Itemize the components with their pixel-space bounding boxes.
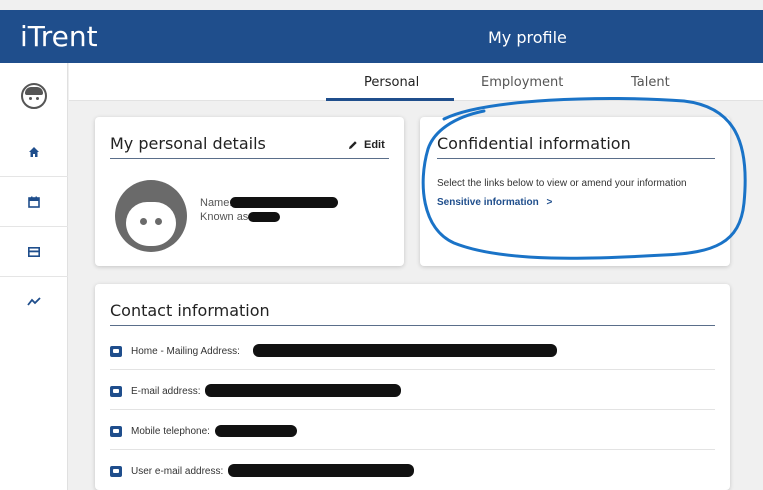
personal-details-card: My personal details Edit Name: Known as: — [95, 117, 404, 266]
personal-details-title: My personal details — [110, 134, 266, 153]
contact-title: Contact information — [110, 301, 270, 320]
sidebar-item-calendar[interactable] — [0, 177, 68, 227]
mailing-address-redacted — [253, 344, 557, 357]
page-title: My profile — [488, 28, 567, 47]
known-as-label: Known as: — [200, 211, 252, 223]
user-avatar-icon — [21, 83, 47, 109]
row-divider — [110, 409, 715, 410]
divider — [110, 158, 389, 159]
contact-badge-icon — [110, 465, 122, 477]
pencil-icon — [349, 141, 357, 149]
sidebar-item-home[interactable] — [0, 127, 68, 177]
row-divider — [110, 369, 715, 370]
user-email-redacted — [228, 464, 414, 477]
sidebar — [0, 63, 68, 490]
contact-row-mobile[interactable]: Mobile telephone: — [110, 421, 210, 441]
email-redacted — [205, 384, 401, 397]
trend-chart-icon — [27, 297, 41, 306]
contact-row-mailing-address[interactable]: Home - Mailing Address: — [110, 341, 240, 361]
contact-badge-icon — [110, 385, 122, 397]
row-divider — [110, 449, 715, 450]
app-logo[interactable]: iTrent — [20, 20, 98, 53]
calendar-icon — [28, 196, 40, 208]
divider — [110, 325, 715, 326]
card-icon — [28, 246, 40, 257]
tab-personal[interactable]: Personal — [364, 75, 419, 90]
known-as-value-redacted — [248, 212, 280, 222]
sidebar-item-payslip[interactable] — [0, 227, 68, 277]
sidebar-item-profile[interactable] — [0, 71, 68, 121]
profile-avatar — [115, 180, 187, 252]
sidebar-item-analytics[interactable] — [0, 277, 68, 327]
name-label: Name: — [200, 197, 233, 209]
contact-row-user-email[interactable]: User e-mail address: — [110, 461, 223, 481]
mobile-redacted — [215, 425, 297, 437]
name-value-redacted — [230, 197, 338, 208]
home-icon — [29, 146, 39, 157]
tab-talent[interactable]: Talent — [631, 75, 670, 90]
contact-badge-icon — [110, 425, 122, 437]
highlight-circle-annotation — [421, 96, 747, 260]
contact-row-email[interactable]: E-mail address: — [110, 381, 200, 401]
edit-label: Edit — [364, 139, 385, 151]
edit-button[interactable]: Edit — [348, 139, 385, 151]
address-card-icon — [110, 345, 122, 357]
tab-employment[interactable]: Employment — [481, 75, 563, 90]
top-bar: iTrent My profile — [0, 10, 763, 63]
